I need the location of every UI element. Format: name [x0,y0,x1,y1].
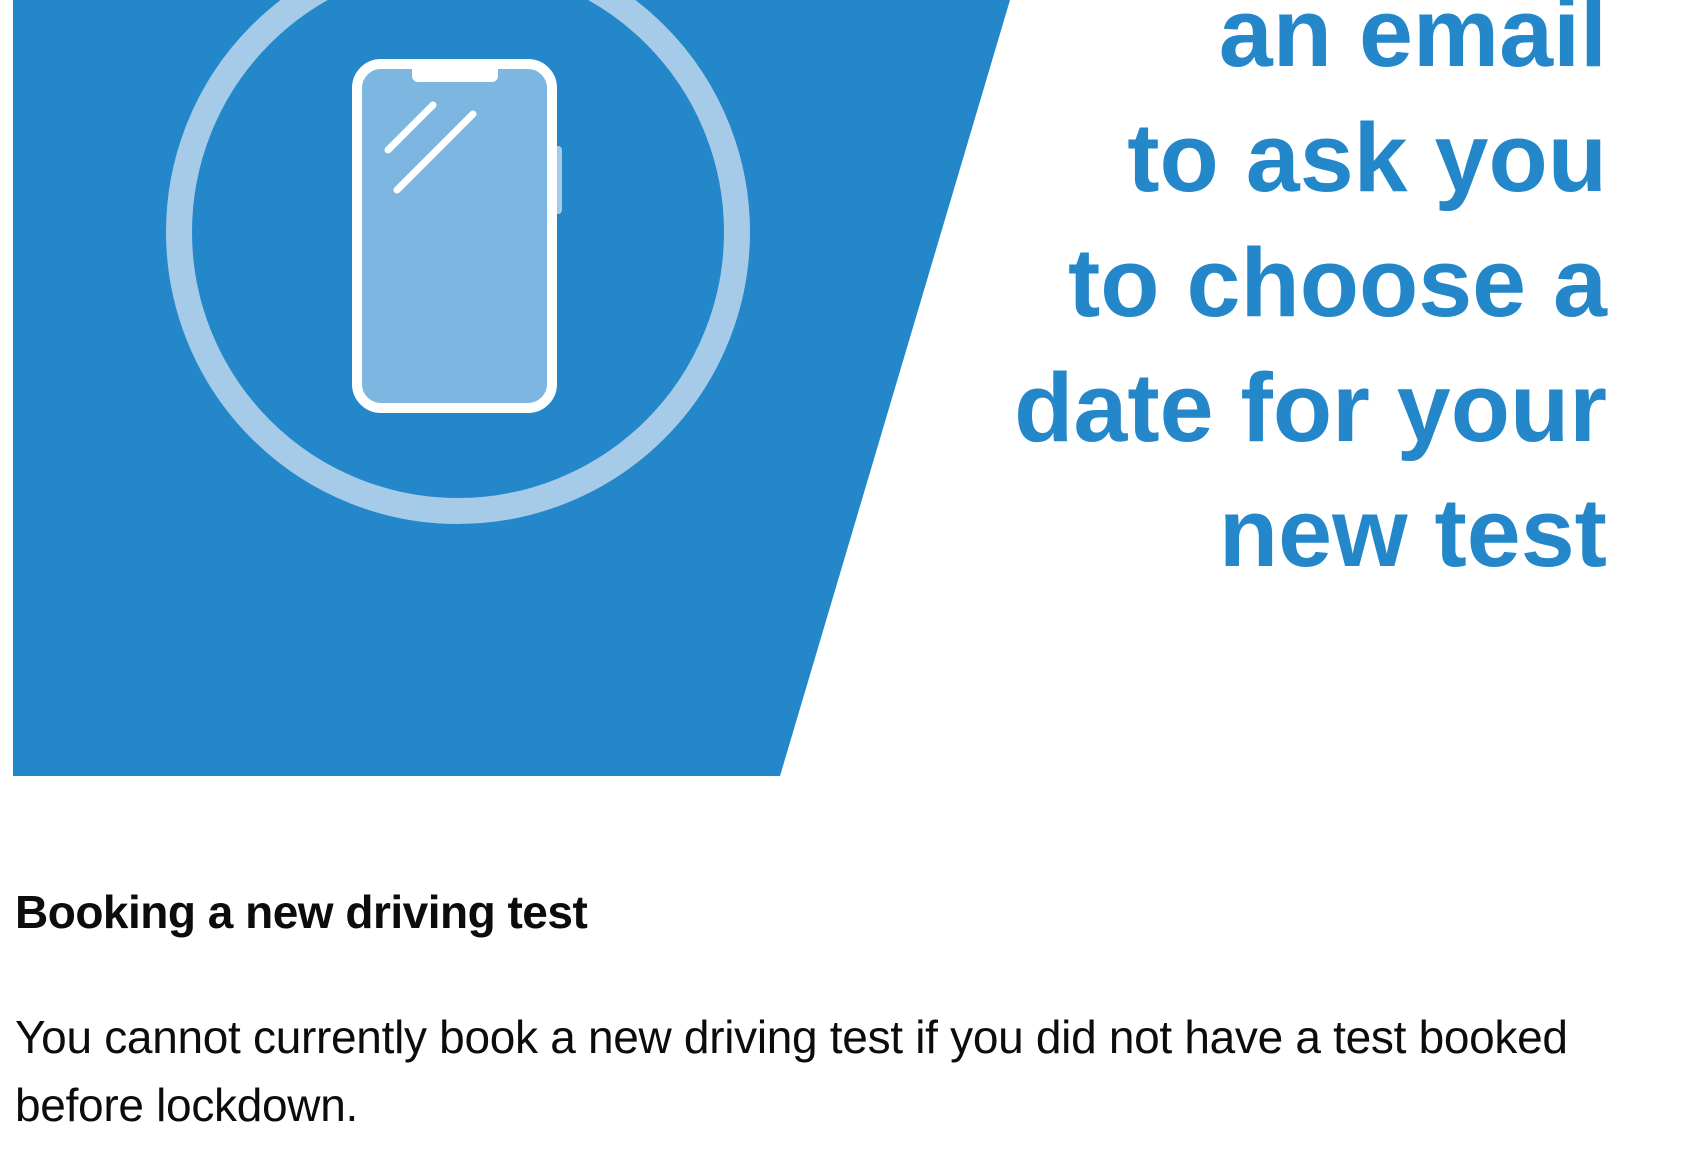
headline-line: to ask you [1127,103,1607,212]
headline-line: new test [1218,478,1607,587]
banner-headline: an email to ask you to choose a date for… [847,0,1607,595]
headline-line: date for your [1014,353,1607,462]
body-paragraph: You cannot currently book a new driving … [15,1011,1568,1131]
section-heading: Booking a new driving test [15,886,588,938]
phone-notch [412,60,498,82]
headline-line: to choose a [1068,228,1607,337]
phone-body [352,59,557,413]
infographic-banner: an email to ask you to choose a date for… [13,0,1693,776]
headline-line: an email [1218,0,1607,87]
